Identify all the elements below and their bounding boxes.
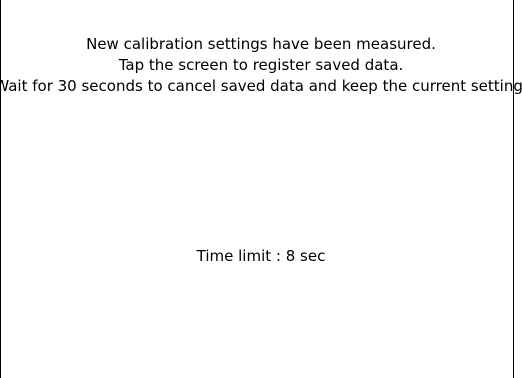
time-limit-countdown: Time limit : 8 sec bbox=[196, 247, 326, 265]
tap-to-register-instruction: Tap the screen to register saved data. bbox=[118, 56, 404, 74]
wait-to-cancel-instruction: Wait for 30 seconds to cancel saved data… bbox=[0, 77, 522, 95]
calibration-measured-message: New calibration settings have been measu… bbox=[86, 35, 436, 53]
cancel-instruction-clip: Wait for 30 seconds to cancel saved data… bbox=[0, 76, 522, 96]
calibration-confirm-screen[interactable]: New calibration settings have been measu… bbox=[0, 0, 522, 378]
